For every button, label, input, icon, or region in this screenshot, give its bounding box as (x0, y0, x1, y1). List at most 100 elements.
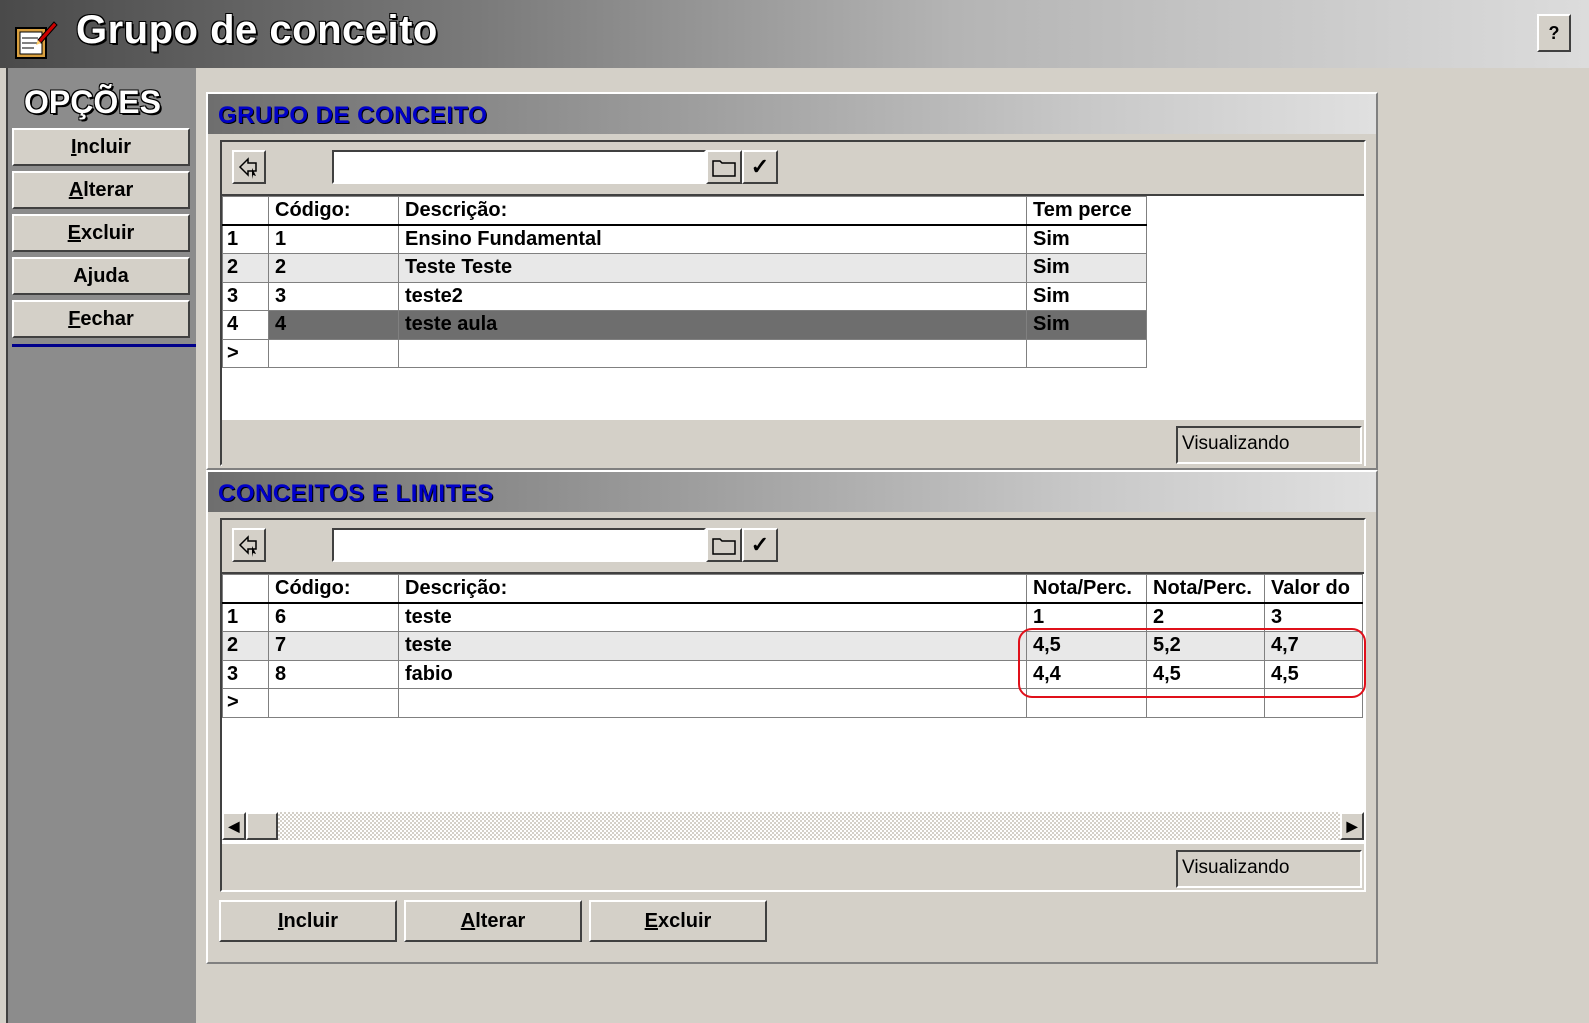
navigate-icon (238, 157, 257, 179)
table-header-row: Código: Descrição: Nota/Perc. Nota/Perc.… (222, 574, 1363, 604)
conceitos-status-bar: Visualizando (222, 842, 1364, 890)
new-row[interactable]: > (222, 338, 1147, 368)
column-header-tem-perce[interactable]: Tem perce (1026, 196, 1147, 226)
cell-descricao[interactable]: fabio (398, 659, 1027, 689)
table-row[interactable]: 2 2 Teste Teste Sim (222, 253, 1147, 283)
new-row-marker: > (222, 338, 269, 368)
row-indicator-header (222, 196, 269, 226)
column-header-nota-perc-1[interactable]: Nota/Perc. (1026, 574, 1147, 604)
table-row[interactable]: 3 3 teste2 Sim (222, 281, 1147, 311)
incluir-button[interactable]: Incluir (219, 900, 397, 942)
sidebar-title: OPÇÕES (24, 84, 161, 120)
cell-descricao[interactable] (398, 688, 1027, 718)
button-label: echar (80, 308, 134, 330)
conceitos-confirm-button[interactable]: ✓ (742, 528, 778, 562)
button-label: ncluir (76, 136, 131, 158)
row-number: 1 (222, 602, 269, 632)
column-header-valor-do[interactable]: Valor do (1264, 574, 1363, 604)
cell-descricao[interactable]: teste (398, 631, 1027, 661)
conceitos-search-input[interactable] (332, 528, 706, 562)
sidebar-incluir-button[interactable]: Incluir (12, 128, 190, 166)
conceitos-horizontal-scrollbar[interactable]: ◀ ▶ (222, 812, 1364, 840)
grupo-status-field: Visualizando (1176, 426, 1362, 464)
conceitos-section-title: CONCEITOS E LIMITES (218, 480, 494, 507)
folder-icon (712, 538, 736, 555)
sidebar-excluir-button[interactable]: Excluir (12, 214, 190, 252)
window-title: Grupo de conceito (76, 8, 438, 52)
column-header-descricao[interactable]: Descrição: (398, 196, 1027, 226)
cell-descricao[interactable]: teste2 (398, 281, 1027, 311)
grupo-grid-frame: ✓ Código: Descrição: Tem perce 1 1 Ensin… (220, 140, 1366, 466)
cell-descricao[interactable]: Teste Teste (398, 253, 1027, 283)
sidebar-ajuda-button[interactable]: Ajuda (12, 257, 190, 295)
cell-codigo[interactable]: 2 (268, 253, 399, 283)
cell-descricao[interactable]: Ensino Fundamental (398, 224, 1027, 254)
grupo-section-header: GRUPO DE CONCEITO (208, 94, 1376, 134)
column-header-nota-perc-2[interactable]: Nota/Perc. (1146, 574, 1265, 604)
cell-codigo[interactable]: 3 (268, 281, 399, 311)
button-label: lterar (83, 179, 134, 201)
grupo-status-bar: Visualizando (222, 418, 1364, 466)
cell-codigo[interactable] (268, 688, 399, 718)
grupo-section: GRUPO DE CONCEITO ✓ Código: Descrição: T… (206, 92, 1378, 470)
cell-codigo[interactable] (268, 338, 399, 368)
grupo-nav-button[interactable] (232, 150, 266, 184)
navigate-icon (238, 535, 257, 557)
column-header-codigo[interactable]: Código: (268, 196, 399, 226)
sidebar-divider (12, 344, 196, 347)
mnemonic: A (68, 179, 84, 201)
conceitos-grid-frame: ✓ Código: Descrição: Nota/Perc. Nota/Per… (220, 518, 1366, 892)
scroll-thumb[interactable] (246, 812, 278, 840)
excluir-button[interactable]: Excluir (589, 900, 767, 942)
title-bar: Grupo de conceito ? (0, 0, 1589, 68)
mnemonic: F (68, 308, 81, 330)
checkmark-icon: ✓ (750, 154, 770, 179)
mnemonic: A (460, 910, 476, 932)
alterar-button[interactable]: Alterar (404, 900, 582, 942)
new-row-marker: > (222, 688, 269, 718)
grupo-folder-button[interactable] (706, 150, 742, 184)
column-header-codigo[interactable]: Código: (268, 574, 399, 604)
mnemonic: E (644, 910, 658, 932)
grupo-confirm-button[interactable]: ✓ (742, 150, 778, 184)
options-sidebar: OPÇÕES Incluir Alterar Excluir Ajuda Fec… (6, 68, 196, 1023)
cell-codigo[interactable]: 6 (268, 602, 399, 632)
grupo-search-input[interactable] (332, 150, 706, 184)
button-label: xcluir (80, 222, 135, 244)
grupo-toolbar: ✓ (222, 142, 1364, 196)
sidebar-fechar-button[interactable]: Fechar (12, 300, 190, 338)
row-number: 2 (222, 631, 269, 661)
row-number: 4 (222, 310, 269, 340)
table-row[interactable]: 1 1 Ensino Fundamental Sim (222, 224, 1147, 254)
table-header-row: Código: Descrição: Tem perce (222, 196, 1147, 226)
conceitos-nav-button[interactable] (232, 528, 266, 562)
clipboard-edit-icon (15, 21, 58, 59)
cell-descricao[interactable]: teste aula (398, 310, 1027, 340)
cell-tem-perce[interactable]: Sim (1026, 253, 1147, 283)
column-header-descricao[interactable]: Descrição: (398, 574, 1027, 604)
table-row-selected[interactable]: 4 4 teste aula Sim (222, 310, 1147, 340)
mnemonic: E (67, 222, 81, 244)
button-label: Ajuda (73, 265, 129, 287)
button-label: xcluir (657, 910, 712, 932)
cell-codigo[interactable]: 8 (268, 659, 399, 689)
row-number: 3 (222, 281, 269, 311)
cell-tem-perce[interactable]: Sim (1026, 310, 1147, 340)
scroll-left-arrow-icon[interactable]: ◀ (222, 812, 246, 840)
checkmark-icon: ✓ (750, 532, 770, 557)
conceitos-folder-button[interactable] (706, 528, 742, 562)
highlight-annotation (1018, 628, 1366, 698)
cell-tem-perce[interactable]: Sim (1026, 281, 1147, 311)
cell-descricao[interactable]: teste (398, 602, 1027, 632)
cell-codigo[interactable]: 4 (268, 310, 399, 340)
grupo-table: Código: Descrição: Tem perce 1 1 Ensino … (222, 196, 1147, 368)
folder-icon (712, 160, 736, 177)
cell-codigo[interactable]: 7 (268, 631, 399, 661)
cell-tem-perce[interactable] (1026, 338, 1147, 368)
cell-tem-perce[interactable]: Sim (1026, 224, 1147, 254)
scroll-right-arrow-icon[interactable]: ▶ (1340, 812, 1364, 840)
cell-codigo[interactable]: 1 (268, 224, 399, 254)
sidebar-alterar-button[interactable]: Alterar (12, 171, 190, 209)
help-button[interactable]: ? (1537, 14, 1571, 52)
cell-descricao[interactable] (398, 338, 1027, 368)
